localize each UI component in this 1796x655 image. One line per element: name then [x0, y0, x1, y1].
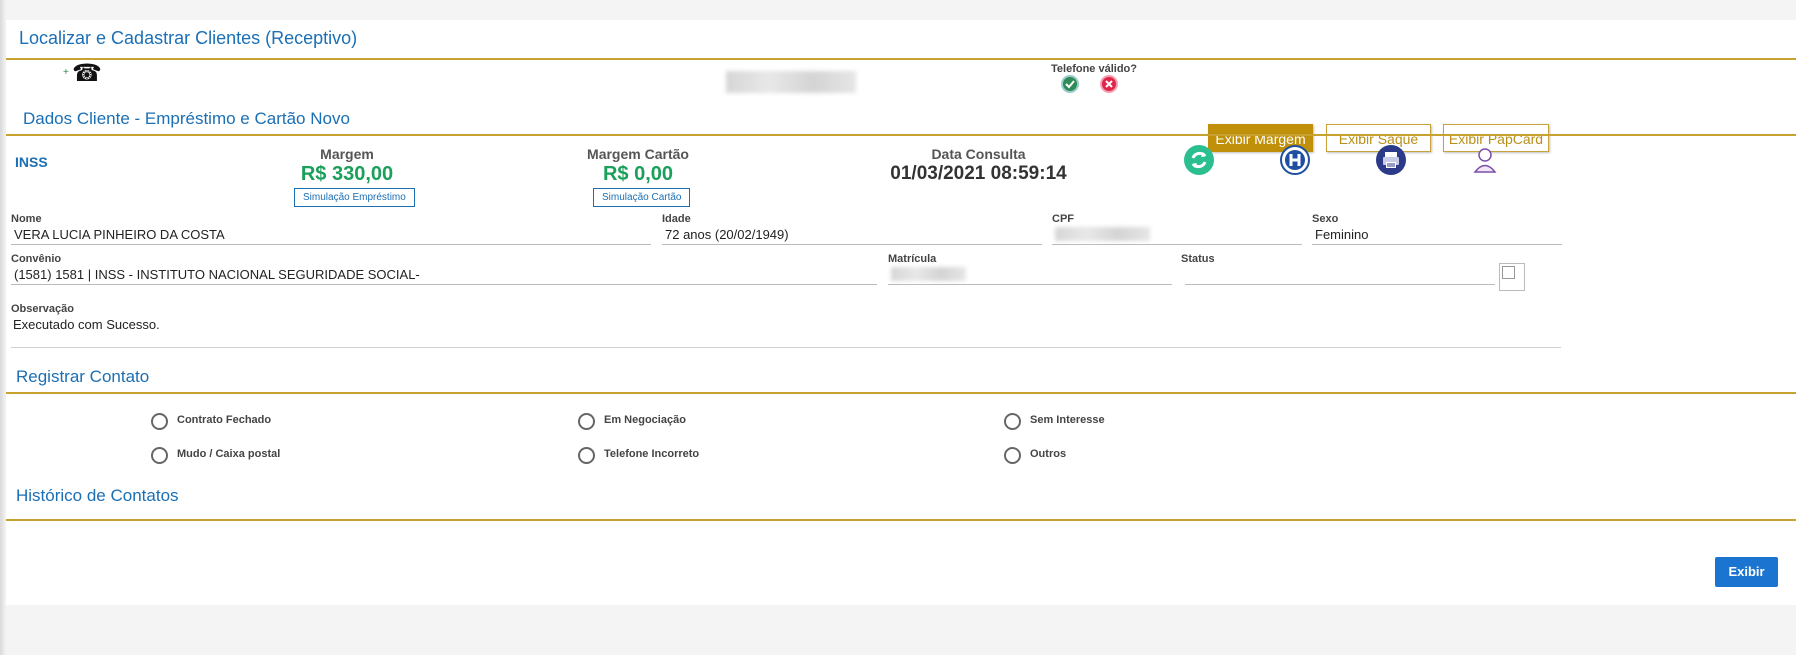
option-outros[interactable]: Outros — [1004, 447, 1066, 464]
contact-divider — [6, 392, 1796, 394]
sexo-label: Sexo — [1312, 213, 1339, 225]
nome-label: Nome — [11, 213, 42, 225]
option-label: Telefone Incorreto — [604, 447, 700, 460]
simulacao-cartao-button[interactable]: Simulação Cartão — [593, 188, 691, 207]
radio-em-negociacao[interactable] — [578, 413, 595, 430]
client-section-title: Dados Cliente - Empréstimo e Cartão Novo — [23, 109, 350, 128]
historico-title: Histórico de Contatos — [16, 486, 179, 505]
telephone-icon[interactable]: ☎ — [72, 59, 102, 88]
margem-cartao-label: Margem Cartão — [587, 146, 689, 162]
add-phone-icon[interactable]: + — [63, 67, 69, 78]
page-title: Localizar e Cadastrar Clientes (Receptiv… — [19, 28, 358, 48]
valid-phone-label: Telefone válido? — [1051, 63, 1137, 75]
radio-sem-interesse[interactable] — [1004, 413, 1021, 430]
margem-label: Margem — [320, 146, 374, 162]
status-label: Status — [1181, 253, 1215, 265]
cpf-blurred — [1055, 227, 1150, 241]
h-circle-icon[interactable] — [1280, 145, 1310, 175]
sexo-field[interactable]: Feminino — [1312, 225, 1562, 245]
radio-outros[interactable] — [1004, 447, 1021, 464]
margem-value: R$ 330,00 — [300, 163, 394, 185]
status-checkbox-frame — [1499, 263, 1525, 291]
option-label: Mudo / Caixa postal — [177, 447, 281, 460]
simulacao-emprestimo-button[interactable]: Simulação Empréstimo — [294, 188, 415, 207]
history-divider — [6, 519, 1796, 521]
status-checkbox[interactable] — [1502, 266, 1515, 279]
option-em-negociacao[interactable]: Em Negociação — [578, 413, 686, 430]
observacao-divider — [11, 347, 1561, 348]
exibir-historico-button[interactable]: Exibir — [1715, 557, 1778, 587]
idade-label: Idade — [662, 213, 691, 225]
convenio-field[interactable]: (1581) 1581 | INSS - INSTITUTO NACIONAL … — [11, 265, 877, 285]
printer-icon[interactable] — [1376, 145, 1406, 175]
status-field[interactable] — [1185, 265, 1495, 285]
margem-cartao-stat: Margem Cartão R$ 0,00 — [578, 146, 698, 186]
option-contrato-fechado[interactable]: Contrato Fechado — [151, 413, 271, 430]
observacao-label: Observação — [11, 303, 74, 315]
convenio-label: Convênio — [11, 253, 62, 265]
refresh-icon[interactable] — [1184, 145, 1214, 175]
option-label: Sem Interesse — [1030, 413, 1105, 426]
radio-telefone-incorreto[interactable] — [578, 447, 595, 464]
matricula-label: Matrícula — [888, 253, 937, 265]
data-consulta-value: 01/03/2021 08:59:14 — [890, 163, 1067, 184]
option-label: Outros — [1030, 447, 1067, 460]
option-label: Contrato Fechado — [177, 413, 272, 426]
option-telefone-incorreto[interactable]: Telefone Incorreto — [578, 447, 699, 464]
option-mudo-caixa-postal[interactable]: Mudo / Caixa postal — [151, 447, 280, 464]
valid-check-icon[interactable] — [1061, 75, 1079, 93]
data-consulta-label: Data Consulta — [931, 146, 1026, 162]
main-panel: Localizar e Cadastrar Clientes (Receptiv… — [6, 20, 1796, 605]
margem-cartao-value: R$ 0,00 — [602, 163, 674, 185]
option-label: Em Negociação — [604, 413, 686, 426]
data-consulta-stat: Data Consulta 01/03/2021 08:59:14 — [881, 146, 1076, 185]
user-icon[interactable] — [1470, 145, 1500, 175]
radio-contrato-fechado[interactable] — [151, 413, 168, 430]
inss-label: INSS — [15, 154, 48, 170]
option-sem-interesse[interactable]: Sem Interesse — [1004, 413, 1105, 430]
phone-number-blurred — [726, 71, 856, 93]
invalid-x-icon[interactable] — [1100, 75, 1118, 93]
registrar-contato-title: Registrar Contato — [16, 367, 150, 386]
nome-field[interactable]: VERA LUCIA PINHEIRO DA COSTA — [11, 225, 651, 245]
matricula-blurred — [891, 267, 966, 281]
idade-field[interactable]: 72 anos (20/02/1949) — [662, 225, 1042, 245]
radio-mudo-caixa-postal[interactable] — [151, 447, 168, 464]
cpf-label: CPF — [1052, 213, 1074, 225]
header-divider — [6, 58, 1796, 60]
observacao-value: Executado com Sucesso. — [13, 317, 160, 332]
matricula-field[interactable] — [888, 265, 1172, 285]
client-divider — [6, 134, 1796, 136]
cpf-field[interactable] — [1052, 225, 1302, 245]
margem-stat: Margem R$ 330,00 — [282, 146, 412, 186]
